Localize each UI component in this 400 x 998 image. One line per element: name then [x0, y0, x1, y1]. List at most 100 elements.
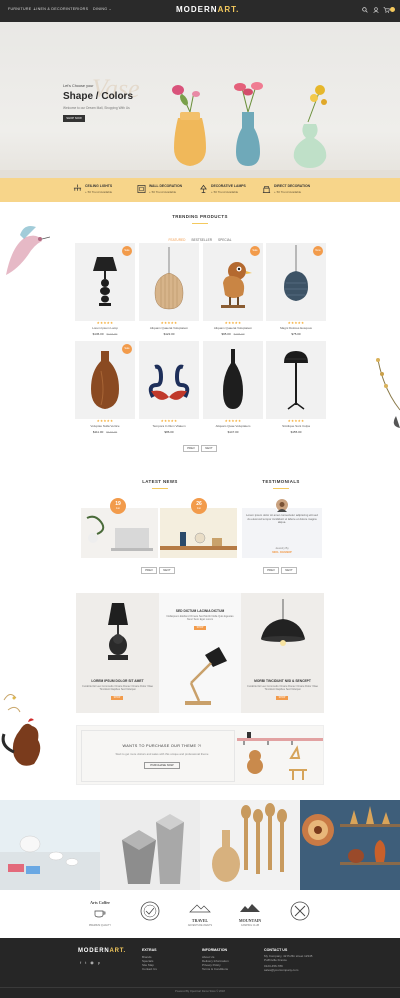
news-prev-button[interactable]: PREV [141, 567, 157, 574]
brand-logo[interactable]: Arts Coffee PREMIUM QUALITY [82, 900, 118, 928]
banner-text: Curabitur Et Leo Commodo Ornare Donec Or… [82, 685, 153, 692]
product-card[interactable]: Sale ★★★★★ Lorem Ipsum Lamp $136.00 $144.… [75, 243, 135, 355]
product-price-row: $86.00 [139, 430, 199, 434]
product-name[interactable]: Aliquam Quaerat Voluptatem [203, 326, 263, 330]
wall-decor-image [302, 806, 400, 865]
banner-card[interactable]: SED DICTUM LACINIA DICTUM Nullaipsum Ele… [159, 593, 241, 713]
brand-logo[interactable]: TRAVEL ADVENTURE AWAITS [182, 900, 218, 928]
testimonial-next-button[interactable]: NEXT [281, 567, 297, 574]
products-next-button[interactable]: NEXT [201, 445, 217, 452]
gallery-wall-decor[interactable] [300, 800, 400, 890]
product-image[interactable] [139, 341, 199, 419]
banner-card[interactable]: LOREM IPSUM DOLOR SIT AMET Curabitur Et … [76, 593, 159, 713]
cart-icon[interactable] [383, 7, 390, 13]
product-card[interactable]: ★★★★★ Similique Sunt Culpa $155.00 [266, 341, 326, 453]
hero-eyebrow: Let's Choose your [63, 84, 94, 88]
menu-furniture[interactable]: FURNITURE ⌄ [8, 7, 36, 11]
product-name[interactable]: Tempora In Illum Vitatem [139, 424, 199, 428]
footer: MODERNART. f t ◉ p EXTRAS Brands Special… [0, 938, 400, 998]
product-image[interactable] [139, 243, 199, 321]
pinterest-icon[interactable]: p [98, 960, 100, 965]
facebook-icon[interactable]: f [80, 960, 81, 965]
brand-logo[interactable] [282, 900, 318, 928]
product-name[interactable]: Voluptas Nulla Vertice [75, 424, 135, 428]
product-price-row: $111.00 $123.00 [75, 430, 135, 434]
service-item: CEILING LIGHTS + 50 Trend Available [73, 184, 112, 194]
product-price: $136.00 [92, 332, 104, 336]
product-card[interactable]: ★★★★★ Aliquam Quae Voluptatem $147.00 [203, 341, 263, 453]
site-logo[interactable]: MODERNART. [176, 5, 239, 14]
banner-shop-button[interactable]: SHOP [111, 696, 123, 700]
services-bar: CEILING LIGHTS + 50 Trend Available WALL… [0, 178, 400, 202]
product-price: $111.00 [92, 430, 104, 434]
banner-shop-button[interactable]: SHOP [194, 626, 206, 630]
tab-bestseller[interactable]: BESTSELLER [191, 238, 212, 242]
product-name[interactable]: Magni Dolores Eosquus [266, 326, 326, 330]
product-name[interactable]: Similique Sunt Culpa [266, 424, 326, 428]
ganesha-lamp-image [108, 603, 128, 660]
news-next-button[interactable]: NEXT [159, 567, 175, 574]
menu-interiors[interactable]: INTERIORS [66, 7, 88, 11]
purchase-now-button[interactable]: PURCHASE NOW [144, 762, 180, 769]
cart-count-badge [390, 7, 395, 12]
news-date-month: Jun [115, 507, 121, 510]
footer-logo-text: MODERN [78, 948, 110, 954]
products-prev-button[interactable]: PREV [183, 445, 199, 452]
trending-title: TRENDING PRODUCTS [172, 214, 228, 219]
brand-logo[interactable] [132, 900, 168, 928]
news-date-month: Jun [196, 507, 202, 510]
person-avatar-icon [277, 502, 287, 512]
hero-shop-now-button[interactable]: SHOP NOW [63, 115, 85, 122]
product-card[interactable]: New ★★★★★ Magni Dolores Eosquus $75.00 [266, 243, 326, 355]
gallery-tea-set[interactable] [0, 800, 100, 890]
product-name[interactable]: Aliquam Quaerat Voluptatem [139, 326, 199, 330]
product-image[interactable] [203, 341, 263, 419]
footer-link[interactable]: Terms & Conditions [202, 967, 228, 971]
menu-dining[interactable]: DINING ⌄ [93, 7, 112, 11]
news-image[interactable] [160, 508, 237, 558]
flowers-red [234, 82, 263, 113]
gallery-concrete-vases[interactable] [100, 800, 200, 890]
product-card[interactable]: ★★★★★ Tempora In Illum Vitatem $86.00 [139, 341, 199, 453]
testimonial-text: Lorem ipsum dolor sit amet consectetur a… [246, 513, 318, 525]
user-icon[interactable] [373, 7, 379, 13]
tab-featured[interactable]: FEATURED [169, 238, 186, 242]
product-card[interactable]: Sale ★★★★★ Voluptas Nulla Vertice $111.0… [75, 341, 135, 453]
search-icon[interactable] [362, 7, 368, 13]
toys-shelf-image [237, 732, 323, 780]
footer-link[interactable]: Contact Us [142, 967, 157, 971]
footer-col-title: EXTRAS [142, 948, 157, 952]
service-item: DECORATIVE LAMPS + 50 Trend Available [199, 184, 246, 194]
new-badge: New [313, 246, 323, 256]
product-card[interactable]: Sale ★★★★★ Aliquam Quaerat Voluptatem $9… [203, 243, 263, 355]
product-price-row: $136.00 $144.00 [75, 332, 135, 336]
brand-sub: PREMIUM QUALITY [88, 924, 112, 927]
menu-linen-decor[interactable]: LINEN & DECOR [34, 7, 66, 11]
swan-figurines-image [148, 364, 190, 400]
footer-logo[interactable]: MODERNART. [78, 948, 126, 954]
product-name[interactable]: Aliquam Quae Voluptatem [203, 424, 263, 428]
floor-lamp-image [284, 351, 308, 410]
coffee-cup-icon [94, 910, 106, 918]
brand-logo[interactable]: MOUNTAIN CAMPING CLUB [232, 900, 268, 928]
product-image[interactable] [266, 341, 326, 419]
twitter-icon[interactable]: t [85, 960, 86, 965]
flowers-pink [172, 85, 200, 113]
banner-shop-button[interactable]: SHOP [276, 696, 288, 700]
product-card[interactable]: ★★★★★ Aliquam Quaerat Voluptatem $122.00 [139, 243, 199, 355]
banner-card[interactable]: MORBI TINCIDUNT NISI & SENCEPT Curabitur… [241, 593, 324, 713]
plant-decoration [376, 358, 400, 428]
tab-special[interactable]: SPECIAL [218, 238, 231, 242]
testimonials-title: TESTIMONIALS [262, 479, 300, 484]
title-divider [152, 486, 168, 489]
gallery-wooden-utensils[interactable] [200, 800, 300, 890]
latest-news-title: LATEST NEWS [142, 479, 178, 484]
footer-col-title: INFORMATION [202, 948, 228, 952]
rss-icon[interactable]: ◉ [90, 960, 94, 965]
product-name[interactable]: Lorem Ipsum Lamp [75, 326, 135, 330]
testimonial-prev-button[interactable]: PREV [263, 567, 279, 574]
footer-email[interactable]: sales@yourcompany.com [264, 968, 298, 972]
news-image[interactable] [81, 508, 158, 558]
product-price-row: $95.00 $106.00 [203, 332, 263, 336]
service-sub: + 50 Trend Available [211, 190, 239, 194]
